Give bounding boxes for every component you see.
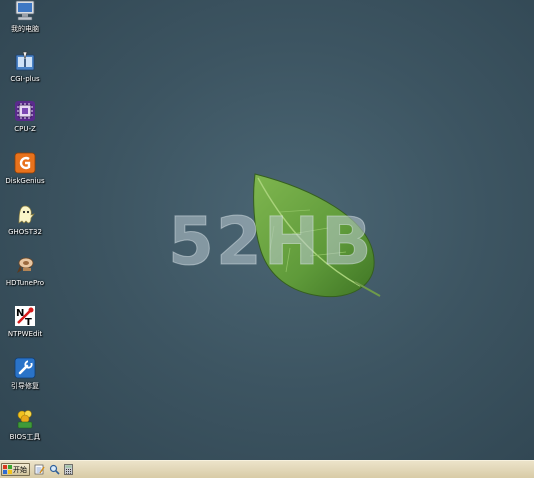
calculator-icon[interactable] [63,464,74,475]
boot-repair-icon [14,357,36,379]
ntpwedit-icon: N T [15,306,35,327]
start-button-label: 开始 [13,465,27,474]
desktop-icon-label: CGI-plus [10,75,40,83]
svg-text:T: T [25,317,32,327]
cpu-z-icon [15,101,35,121]
desktop-icon-ghost32[interactable]: GHOST32 [0,203,50,251]
desktop-icon-label: HDTunePro [5,279,45,287]
notepad-icon[interactable] [34,464,45,475]
desktop-icon-label: CPU-Z [14,125,36,133]
desktop-icon-label: 引导修复 [11,382,39,390]
windows-logo-icon [3,465,12,474]
desktop[interactable]: 我的电脑 CGI-plus CPU-Z DiskGenius GHOST32 H… [0,0,534,460]
desktop-icon-hdtunepro[interactable]: HDTunePro [0,254,50,302]
desktop-icon-cgi-plus[interactable]: CGI-plus [0,50,50,98]
desktop-icon-label: DiskGenius [5,177,45,185]
cgi-plus-icon [15,51,35,71]
taskbar: 开始 [0,460,534,478]
bios-tool-icon [17,410,33,429]
desktop-icon-ntpwedit[interactable]: N T NTPWEdit [0,305,50,353]
desktop-icon-my-computer[interactable]: 我的电脑 [0,0,50,48]
ghost-icon [18,205,35,224]
hdtune-icon [17,257,34,273]
search-icon[interactable] [49,464,60,475]
diskgenius-icon [14,152,36,174]
desktop-icon-diskgenius[interactable]: DiskGenius [0,152,50,200]
desktop-icon-label: 我的电脑 [11,25,39,33]
start-button[interactable]: 开始 [1,463,30,476]
computer-icon [15,0,35,21]
wallpaper-logo: 52HB [168,173,381,298]
desktop-icon-cpu-z[interactable]: CPU-Z [0,100,50,148]
desktop-icon-boot-repair[interactable]: 引导修复 [0,357,50,405]
wallpaper-logo-text: 52HB [168,203,373,280]
desktop-icon-label: NTPWEdit [7,330,43,338]
desktop-icon-label: GHOST32 [8,228,42,236]
desktop-icon-label: BIOS工具 [9,433,41,441]
desktop-icon-bios-tool[interactable]: BIOS工具 [0,408,50,456]
